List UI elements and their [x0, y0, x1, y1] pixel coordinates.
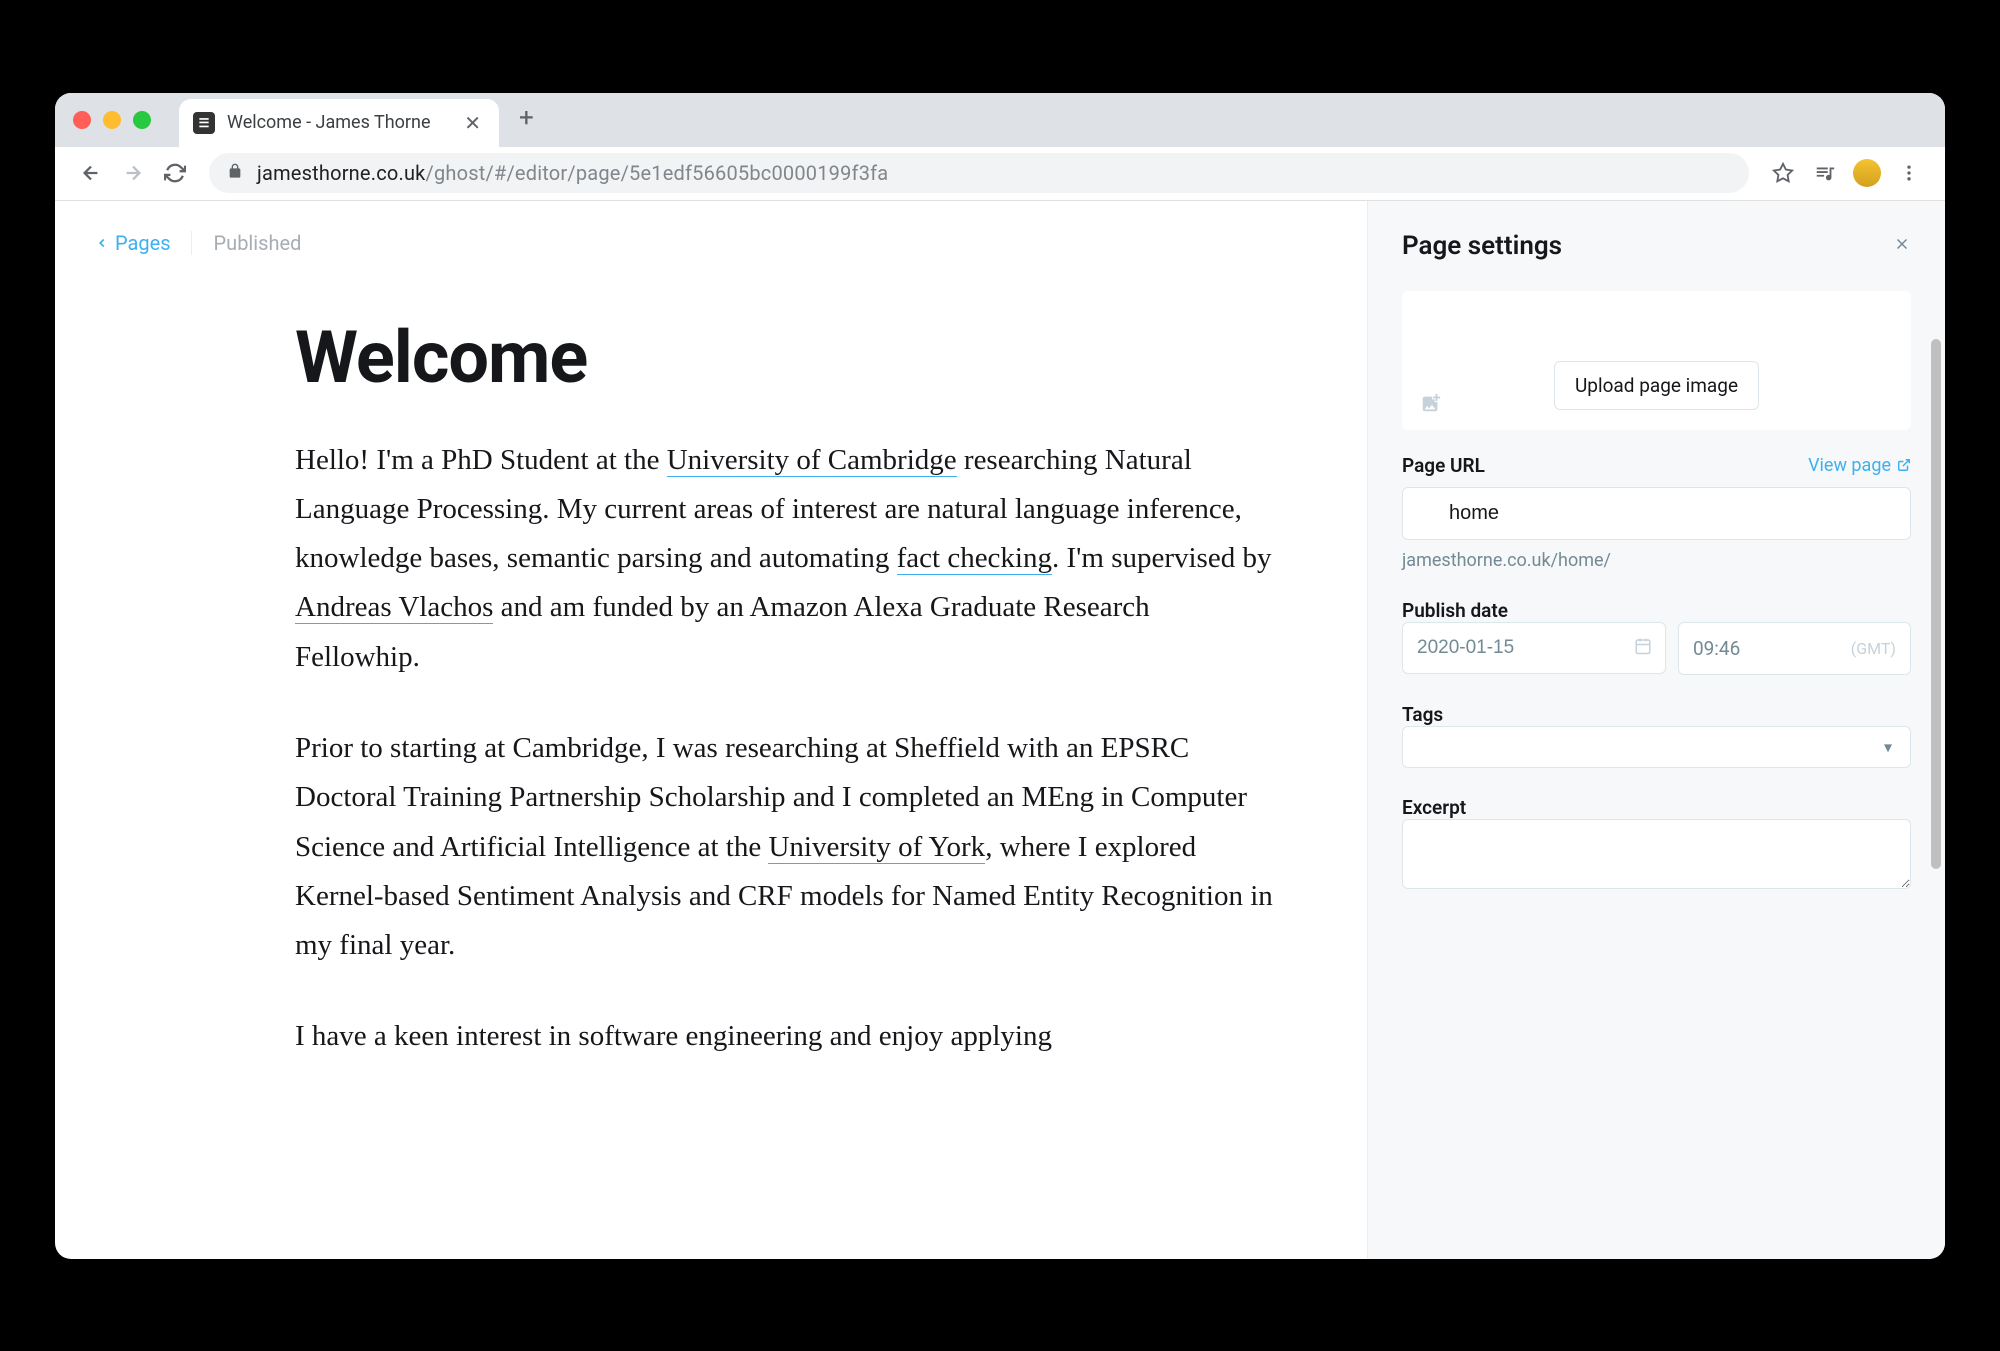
tab-strip: ☰ Welcome - James Thorne ✕ + [55, 93, 1945, 147]
profile-avatar[interactable] [1849, 155, 1885, 191]
timezone-label: (GMT) [1851, 639, 1896, 658]
maximize-window-button[interactable] [133, 111, 151, 129]
settings-title: Page settings [1402, 231, 1562, 261]
media-control-icon[interactable] [1807, 155, 1843, 191]
link-york[interactable]: University of York [768, 831, 985, 864]
calendar-icon [1634, 637, 1652, 659]
settings-panel: Page settings Upload page image Page URL… [1367, 201, 1945, 1259]
address-bar[interactable]: jamesthorne.co.uk/ghost/#/editor/page/5e… [209, 153, 1749, 193]
excerpt-field: Excerpt [1402, 796, 1911, 893]
paragraph-1[interactable]: Hello! I'm a PhD Student at the Universi… [295, 436, 1275, 682]
page-title[interactable]: Welcome [295, 315, 1275, 400]
reload-button[interactable] [157, 155, 193, 191]
chevron-down-icon: ▾ [1884, 737, 1892, 756]
browser-tab[interactable]: ☰ Welcome - James Thorne ✕ [179, 99, 499, 147]
time-input[interactable]: 09:46 (GMT) [1678, 622, 1911, 675]
paragraph-2[interactable]: Prior to starting at Cambridge, I was re… [295, 724, 1275, 970]
url-text: jamesthorne.co.uk/ghost/#/editor/page/5e… [257, 161, 888, 185]
image-upload-area[interactable]: Upload page image [1402, 291, 1911, 430]
url-label: Page URL [1402, 454, 1485, 477]
app-content: Pages Published Welcome Hello! I'm a PhD… [55, 201, 1945, 1259]
url-preview: jamesthorne.co.uk/home/ [1402, 550, 1911, 571]
browser-toolbar: jamesthorne.co.uk/ghost/#/editor/page/5e… [55, 147, 1945, 201]
url-input[interactable] [1402, 487, 1911, 540]
back-label: Pages [115, 231, 171, 255]
link-fact-checking[interactable]: fact checking [897, 542, 1052, 575]
date-label: Publish date [1402, 599, 1911, 622]
back-button[interactable] [73, 155, 109, 191]
browser-menu-button[interactable] [1891, 155, 1927, 191]
lock-icon [227, 163, 243, 183]
settings-header: Page settings [1402, 231, 1911, 261]
close-settings-button[interactable] [1893, 234, 1911, 258]
tab-title: Welcome - James Thorne [227, 112, 448, 133]
publish-date-field: Publish date 09:46 (GMT) [1402, 599, 1911, 675]
upload-icon [1420, 392, 1442, 418]
upload-image-button[interactable]: Upload page image [1554, 361, 1759, 410]
time-value: 09:46 [1693, 637, 1740, 660]
excerpt-input[interactable] [1402, 819, 1911, 889]
browser-window: ☰ Welcome - James Thorne ✕ + jamesthorne… [55, 93, 1945, 1259]
minimize-window-button[interactable] [103, 111, 121, 129]
tags-field: Tags ▾ [1402, 703, 1911, 768]
tags-select[interactable]: ▾ [1402, 726, 1911, 768]
forward-button[interactable] [115, 155, 151, 191]
article-body[interactable]: Welcome Hello! I'm a PhD Student at the … [295, 315, 1275, 1062]
link-andreas[interactable]: Andreas Vlachos [295, 591, 493, 624]
bookmark-button[interactable] [1765, 155, 1801, 191]
new-tab-button[interactable]: + [511, 103, 542, 133]
url-field: Page URL View page jamesthorne.co.uk/hom… [1402, 454, 1911, 571]
scrollbar[interactable] [1931, 339, 1941, 869]
editor-area: Pages Published Welcome Hello! I'm a PhD… [55, 201, 1367, 1259]
date-input[interactable] [1402, 622, 1666, 674]
paragraph-3[interactable]: I have a keen interest in software engin… [295, 1012, 1275, 1061]
editor-header: Pages Published [95, 231, 1327, 255]
tags-label: Tags [1402, 703, 1911, 726]
external-link-icon [1897, 458, 1911, 472]
close-tab-button[interactable]: ✕ [460, 111, 485, 135]
chevron-left-icon [95, 236, 109, 250]
back-to-pages-link[interactable]: Pages [95, 231, 171, 255]
view-page-link[interactable]: View page [1808, 455, 1911, 476]
excerpt-label: Excerpt [1402, 796, 1911, 819]
close-window-button[interactable] [73, 111, 91, 129]
page-favicon: ☰ [193, 112, 215, 134]
window-controls [73, 111, 151, 129]
page-status: Published [191, 231, 302, 255]
link-cambridge[interactable]: University of Cambridge [667, 444, 957, 477]
